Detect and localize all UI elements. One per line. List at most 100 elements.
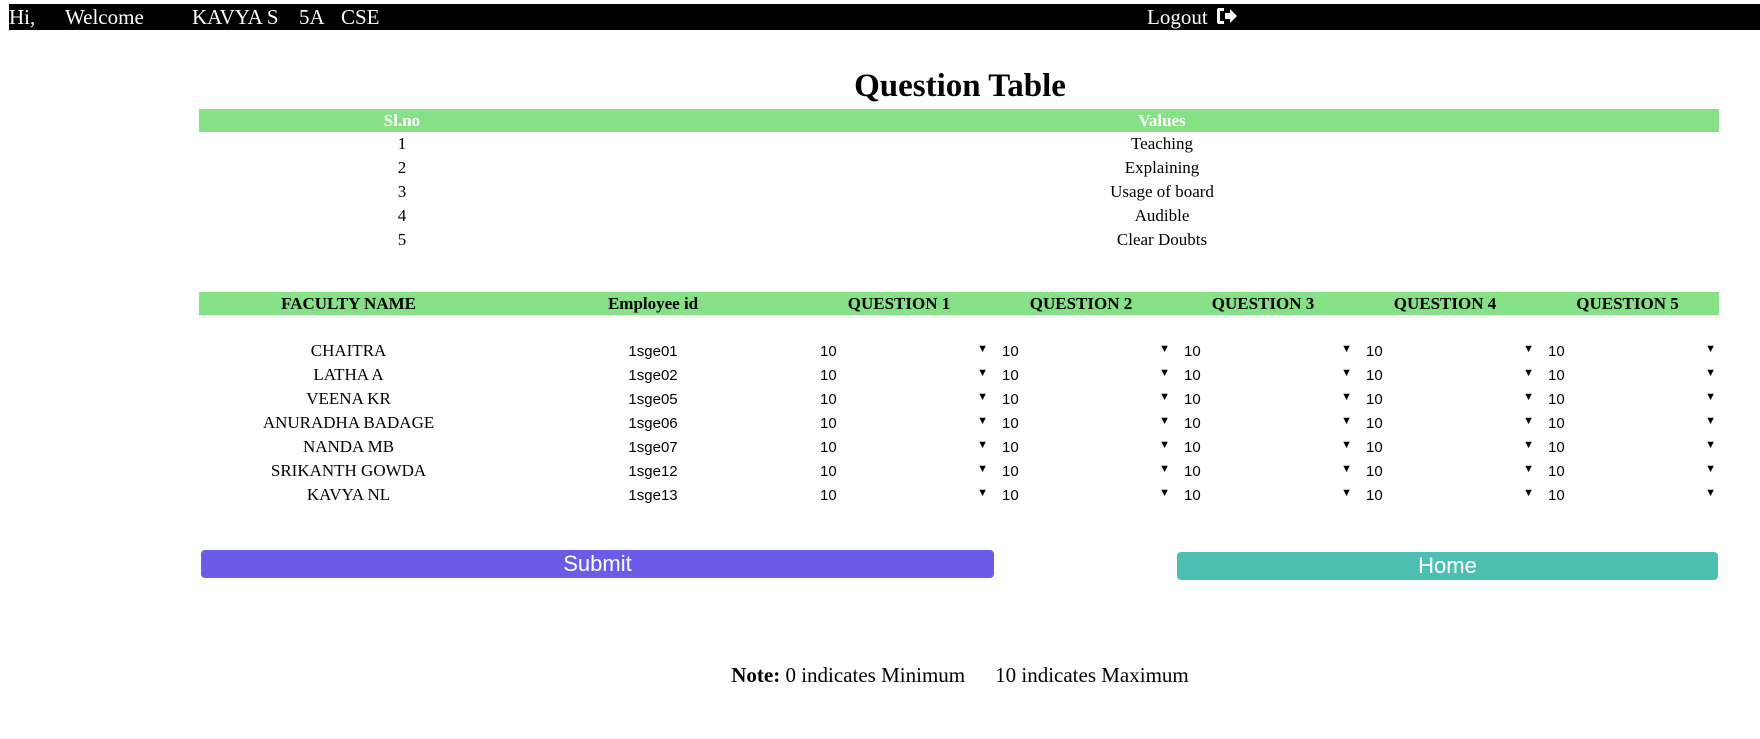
faculty-name-cell: VEENA KR	[306, 389, 391, 408]
logout-link[interactable]: Logout	[1147, 5, 1237, 30]
faculty-name-cell: LATHA A	[313, 365, 384, 384]
question-4-score-select[interactable]: 10 ▼	[1366, 437, 1536, 457]
question-2-score-select[interactable]: 10 ▼	[1002, 413, 1172, 433]
dropdown-arrow-icon: ▼	[1159, 415, 1170, 427]
dropdown-arrow-icon: ▼	[1159, 463, 1170, 475]
question-5-score-select[interactable]: 10 ▼	[1548, 461, 1718, 481]
dropdown-arrow-icon: ▼	[1341, 487, 1352, 499]
question-1-score-select[interactable]: 10 ▼	[820, 437, 990, 457]
value-cell: Teaching	[1130, 134, 1194, 153]
question-3-score-select[interactable]: 10 ▼	[1184, 485, 1354, 505]
question-2-score-select[interactable]: 10 ▼	[1002, 341, 1172, 361]
dropdown-arrow-icon: ▼	[1523, 367, 1534, 379]
score-cell: 10 ▼	[1172, 339, 1354, 363]
value-cell: Explaining	[1124, 158, 1200, 177]
col-header-values: Values	[605, 109, 1719, 132]
question-4-score-select[interactable]: 10 ▼	[1366, 461, 1536, 481]
question-5-score-select[interactable]: 10 ▼	[1548, 485, 1718, 505]
col-header-faculty-name: FACULTY NAME	[199, 292, 499, 315]
welcome-text: Welcome	[65, 5, 144, 29]
selected-value: 10	[1548, 463, 1565, 480]
question-2-score-select[interactable]: 10 ▼	[1002, 461, 1172, 481]
question-5-score-select[interactable]: 10 ▼	[1548, 437, 1718, 457]
slno-cell: 5	[397, 230, 407, 249]
col-header-question-1: QUESTION 1	[808, 292, 990, 315]
selected-value: 10	[1366, 343, 1383, 360]
question-table: Sl.no Values 1 Teaching 2 Explaining 3 U…	[199, 109, 1719, 252]
question-1-score-select[interactable]: 10 ▼	[820, 389, 990, 409]
submit-button[interactable]: Submit	[201, 550, 994, 578]
selected-value: 10	[820, 463, 837, 480]
question-2-score-select[interactable]: 10 ▼	[1002, 389, 1172, 409]
dropdown-arrow-icon: ▼	[1705, 343, 1716, 355]
col-header-employee-id: Employee id	[498, 292, 808, 315]
col-header-slno: Sl.no	[199, 109, 605, 132]
selected-value: 10	[1002, 487, 1019, 504]
selected-value: 10	[1184, 367, 1201, 384]
score-cell: 10 ▼	[1354, 363, 1536, 387]
score-cell: 10 ▼	[808, 387, 990, 411]
question-2-score-select[interactable]: 10 ▼	[1002, 365, 1172, 385]
dropdown-arrow-icon: ▼	[1705, 463, 1716, 475]
question-5-score-select[interactable]: 10 ▼	[1548, 413, 1718, 433]
faculty-name-cell: NANDA MB	[302, 437, 395, 456]
selected-value: 10	[1002, 391, 1019, 408]
selected-value: 10	[1184, 391, 1201, 408]
value-cell: Audible	[1134, 206, 1190, 225]
selected-value: 10	[1184, 463, 1201, 480]
question-3-score-select[interactable]: 10 ▼	[1184, 341, 1354, 361]
question-4-score-select[interactable]: 10 ▼	[1366, 341, 1536, 361]
employee-id-cell: 1sge12	[628, 462, 678, 480]
slno-cell: 1	[397, 134, 407, 153]
question-3-score-select[interactable]: 10 ▼	[1184, 365, 1354, 385]
question-5-score-select[interactable]: 10 ▼	[1548, 389, 1718, 409]
dropdown-arrow-icon: ▼	[1341, 463, 1352, 475]
question-2-score-select[interactable]: 10 ▼	[1002, 485, 1172, 505]
dropdown-arrow-icon: ▼	[1159, 343, 1170, 355]
question-1-score-select[interactable]: 10 ▼	[820, 485, 990, 505]
question-3-score-select[interactable]: 10 ▼	[1184, 437, 1354, 457]
score-cell: 10 ▼	[1354, 387, 1536, 411]
question-3-score-select[interactable]: 10 ▼	[1184, 389, 1354, 409]
selected-value: 10	[820, 487, 837, 504]
table-row: SRIKANTH GOWDA 1sge12 10 ▼ 10 ▼ 10 ▼ 10 ▼ 10 ▼	[199, 459, 1719, 483]
question-3-score-select[interactable]: 10 ▼	[1184, 461, 1354, 481]
dropdown-arrow-icon: ▼	[977, 391, 988, 403]
dropdown-arrow-icon: ▼	[1523, 439, 1534, 451]
question-1-score-select[interactable]: 10 ▼	[820, 341, 990, 361]
employee-id-cell: 1sge02	[628, 366, 678, 384]
score-cell: 10 ▼	[1172, 435, 1354, 459]
question-2-score-select[interactable]: 10 ▼	[1002, 437, 1172, 457]
slno-cell: 4	[397, 206, 407, 225]
selected-value: 10	[1184, 415, 1201, 432]
score-cell: 10 ▼	[1354, 411, 1536, 435]
question-1-score-select[interactable]: 10 ▼	[820, 461, 990, 481]
question-1-score-select[interactable]: 10 ▼	[820, 413, 990, 433]
table-row: 4 Audible	[199, 204, 1719, 228]
score-cell: 10 ▼	[808, 459, 990, 483]
user-name: KAVYA S	[192, 5, 279, 29]
home-button[interactable]: Home	[1177, 552, 1718, 580]
question-4-score-select[interactable]: 10 ▼	[1366, 413, 1536, 433]
question-5-score-select[interactable]: 10 ▼	[1548, 341, 1718, 361]
dropdown-arrow-icon: ▼	[977, 487, 988, 499]
selected-value: 10	[1366, 463, 1383, 480]
question-4-score-select[interactable]: 10 ▼	[1366, 365, 1536, 385]
question-4-score-select[interactable]: 10 ▼	[1366, 485, 1536, 505]
score-cell: 10 ▼	[1536, 387, 1719, 411]
employee-id-cell: 1sge01	[628, 342, 678, 360]
question-1-score-select[interactable]: 10 ▼	[820, 365, 990, 385]
score-cell: 10 ▼	[1172, 363, 1354, 387]
faculty-rating-table: FACULTY NAME Employee id QUESTION 1 QUES…	[199, 292, 1719, 507]
score-cell: 10 ▼	[1536, 483, 1719, 507]
greeting-text: Hi,	[9, 5, 36, 29]
score-cell: 10 ▼	[990, 363, 1172, 387]
score-cell: 10 ▼	[990, 387, 1172, 411]
question-5-score-select[interactable]: 10 ▼	[1548, 365, 1718, 385]
question-3-score-select[interactable]: 10 ▼	[1184, 413, 1354, 433]
dropdown-arrow-icon: ▼	[1523, 463, 1534, 475]
table-row: LATHA A 1sge02 10 ▼ 10 ▼ 10 ▼ 10 ▼ 10 ▼	[199, 363, 1719, 387]
question-4-score-select[interactable]: 10 ▼	[1366, 389, 1536, 409]
dropdown-arrow-icon: ▼	[1523, 391, 1534, 403]
score-cell: 10 ▼	[990, 435, 1172, 459]
